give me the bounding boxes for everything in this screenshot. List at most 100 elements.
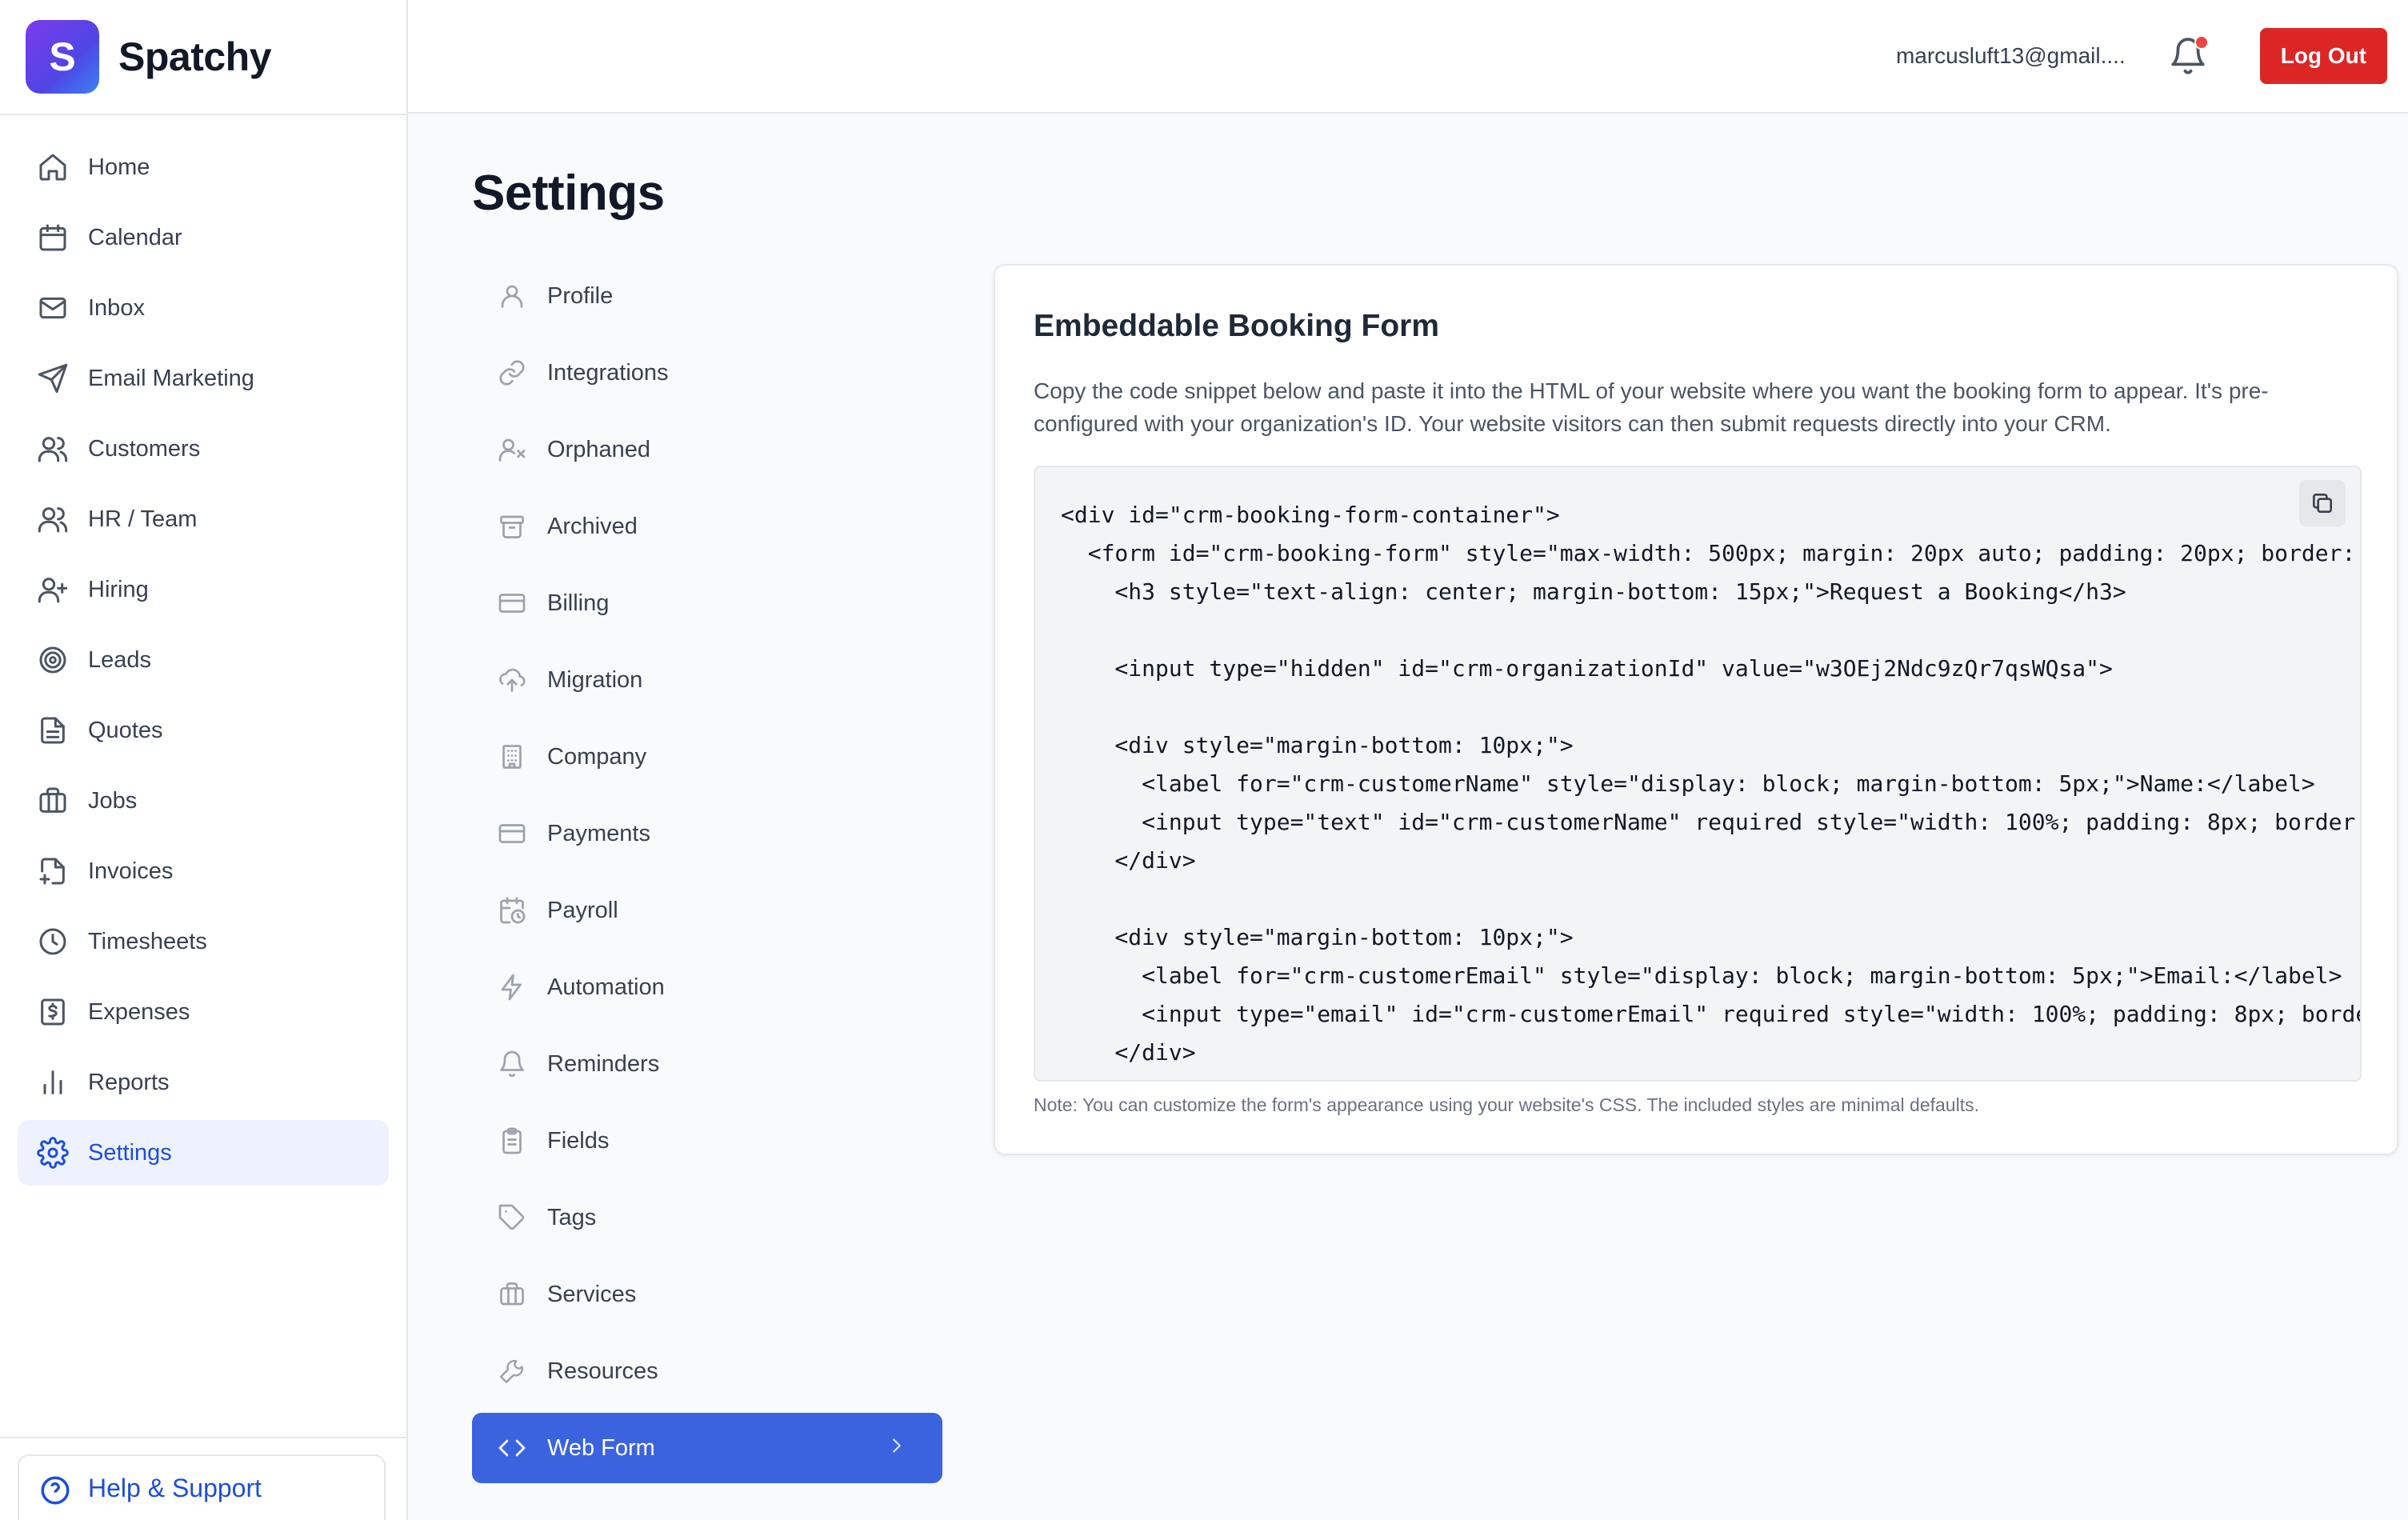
briefcase-icon [35,783,70,818]
settings-item-payments[interactable]: Payments [472,798,942,869]
settings-item-label: Web Form [547,1434,655,1461]
settings-item-web-form[interactable]: Web Form [472,1413,942,1483]
calendar-icon [35,220,70,255]
sidebar-item-invoices[interactable]: Invoices [18,838,389,904]
help-support-button[interactable]: Help & Support [18,1454,386,1520]
page-title: Settings [472,166,665,221]
briefcase-icon [496,1278,528,1310]
sidebar-item-label: HR / Team [88,506,198,532]
copy-icon [2313,494,2332,513]
code-line: <div id="crm-booking-form-container"> [1061,502,1560,528]
sidebar-item-label: Reports [88,1069,170,1095]
sidebar-item-jobs[interactable]: Jobs [18,768,389,834]
settings-item-automation[interactable]: Automation [472,952,942,1022]
sidebar-item-settings[interactable]: Settings [18,1120,389,1186]
code-line: </div> [1061,847,1196,874]
link-icon [496,357,528,389]
calendar-clock-icon [496,894,528,926]
dollar-receipt-icon [35,994,70,1030]
card-description: Copy the code snippet below and paste it… [1034,378,2269,436]
settings-item-label: Integrations [547,359,669,386]
code-line: <div style="margin-bottom: 10px;"> [1061,732,1574,758]
settings-item-resources[interactable]: Resources [472,1336,942,1406]
user-icon [496,280,528,312]
settings-item-label: Billing [547,590,610,616]
booking-form-card: Embeddable Booking Form Copy the code sn… [994,264,2398,1155]
sidebar-item-label: Invoices [88,858,174,884]
sidebar-item-calendar[interactable]: Calendar [18,205,389,270]
user-plus-icon [35,572,70,607]
sidebar-item-label: Timesheets [88,928,207,954]
logout-button[interactable]: Log Out [2259,28,2387,84]
notifications-button[interactable] [2166,34,2210,78]
sidebar-item-label: Leads [88,646,152,673]
settings-item-orphaned[interactable]: Orphaned [472,414,942,485]
bell-icon [496,1048,528,1080]
settings-item-archived[interactable]: Archived [472,491,942,562]
sidebar-item-label: Email Marketing [88,365,254,391]
sidebar-item-label: Inbox [88,294,145,321]
settings-item-label: Archived [547,513,638,539]
sidebar-item-label: Customers [88,435,201,462]
settings-item-label: Migration [547,666,643,693]
code-line: <div style="margin-bottom: 10px;"> [1061,924,1574,950]
settings-item-tags[interactable]: Tags [472,1182,942,1253]
cloud-upload-icon [496,664,528,696]
home-icon [35,150,70,185]
card-title: Embeddable Booking Form [1034,309,1440,343]
sidebar-item-timesheets[interactable]: Timesheets [18,909,389,974]
help-circle-icon [41,1476,70,1505]
sidebar-item-label: Calendar [88,224,182,250]
sidebar-item-email-marketing[interactable]: Email Marketing [18,346,389,411]
mail-icon [35,290,70,326]
settings-item-label: Profile [547,282,614,309]
settings-item-services[interactable]: Services [472,1259,942,1330]
settings-item-payroll[interactable]: Payroll [472,875,942,946]
settings-item-label: Resources [547,1358,658,1384]
credit-card-icon [496,818,528,850]
sidebar-item-quotes[interactable]: Quotes [18,698,389,763]
sidebar-item-customers[interactable]: Customers [18,416,389,482]
sidebar-item-expenses[interactable]: Expenses [18,979,389,1045]
code-snippet-box[interactable]: <div id="crm-booking-form-container"> <f… [1034,466,2362,1082]
code-line: <label for="crm-customerEmail" style="di… [1061,962,2342,989]
sidebar-item-label: Jobs [88,787,138,814]
settings-item-migration[interactable]: Migration [472,645,942,715]
settings-item-label: Automation [547,974,665,1000]
sidebar-item-home[interactable]: Home [18,134,389,200]
main-sidebar: S Spatchy Home Calendar Inbox Email Mark… [0,0,408,1520]
archive-icon [496,510,528,542]
sidebar-item-label: Settings [88,1139,172,1166]
settings-item-reminders[interactable]: Reminders [472,1029,942,1099]
settings-item-label: Services [547,1281,637,1307]
settings-item-fields[interactable]: Fields [472,1106,942,1176]
building-icon [496,741,528,773]
code-line: <label for="crm-customerName" style="dis… [1061,770,2315,797]
settings-item-billing[interactable]: Billing [472,568,942,638]
settings-item-integrations[interactable]: Integrations [472,338,942,408]
user-email[interactable]: marcusluft13@gmail.... [1896,43,2126,69]
settings-item-label: Reminders [547,1050,660,1077]
sidebar-item-inbox[interactable]: Inbox [18,275,389,341]
sidebar-item-hiring[interactable]: Hiring [18,557,389,622]
settings-item-profile[interactable]: Profile [472,261,942,331]
tag-icon [496,1202,528,1234]
sidebar-item-leads[interactable]: Leads [18,627,389,693]
zap-icon [496,971,528,1003]
copy-code-button[interactable] [2299,480,2346,526]
wrench-icon [496,1355,528,1387]
settings-item-label: Fields [547,1127,610,1154]
settings-item-company[interactable]: Company [472,722,942,792]
sidebar-item-hr-team[interactable]: HR / Team [18,486,389,552]
gear-icon [35,1135,70,1170]
brand-name: Spatchy [118,34,272,79]
sidebar-item-reports[interactable]: Reports [18,1050,389,1115]
code-snippet[interactable]: <div id="crm-booking-form-container"> <f… [1061,496,2360,1072]
file-plus-icon [35,854,70,889]
sidebar-item-label: Expenses [88,998,190,1025]
brand[interactable]: S Spatchy [0,0,406,115]
settings-item-label: Orphaned [547,436,650,462]
